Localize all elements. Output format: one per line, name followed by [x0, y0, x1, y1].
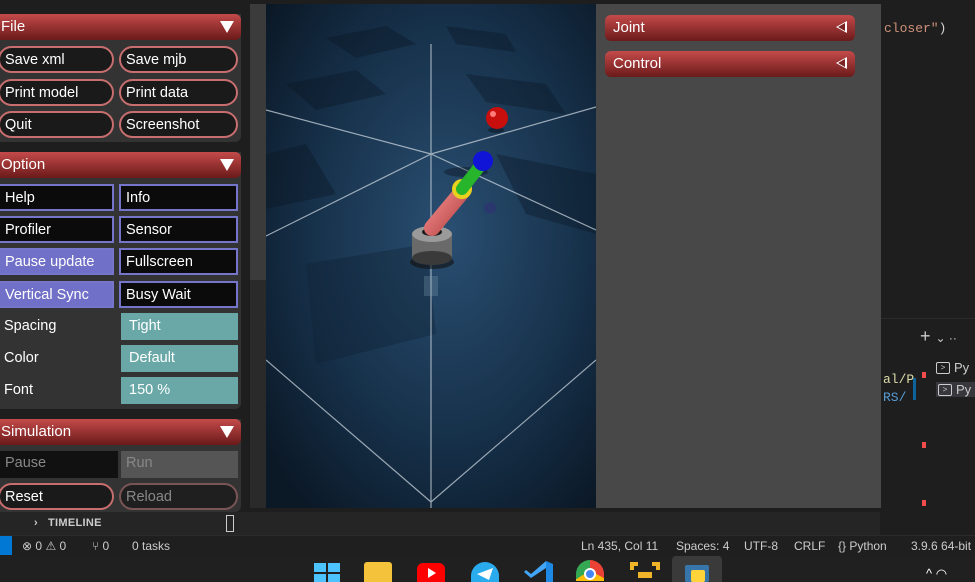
3d-viewport[interactable] [266, 4, 596, 508]
chrome-icon[interactable] [576, 560, 604, 581]
reload-button[interactable]: Reload [119, 483, 238, 510]
more-icon[interactable]: ⌄ ·· [936, 331, 957, 345]
tasks-indicator[interactable]: 0 tasks [132, 539, 170, 553]
scene-render [266, 4, 596, 508]
fullscreen-toggle[interactable]: Fullscreen [119, 248, 238, 275]
collapse-triangle-icon [220, 426, 234, 438]
vertical-sync-toggle[interactable]: Vertical Sync [0, 281, 114, 308]
terminal-text: al/P [883, 372, 915, 387]
scrollbar-marker [922, 372, 926, 378]
app-icon[interactable] [628, 560, 660, 581]
terminal-tab[interactable]: > Py [936, 382, 975, 397]
ports-indicator[interactable]: ⑂ 0 [92, 539, 109, 553]
help-toggle[interactable]: Help [0, 184, 114, 211]
cursor-position[interactable]: Ln 435, Col 11 [581, 539, 658, 553]
terminal-tab[interactable]: > Py [936, 360, 969, 375]
spacing-label: Spacing [4, 318, 57, 334]
expand-triangle-icon [836, 57, 847, 69]
system-tray[interactable]: ^ ◠ [926, 566, 947, 582]
terminal-toolbar: + ⌄ ·· [920, 326, 957, 347]
color-label: Color [4, 350, 39, 366]
pause-button[interactable]: Pause [0, 451, 118, 478]
file-section-header[interactable]: File [0, 14, 241, 40]
control-section-header[interactable]: Control [605, 51, 855, 77]
terminal-text: RS/ [883, 390, 907, 405]
scrollbar-thumb[interactable] [250, 4, 266, 280]
status-bar: ⊗ 0 ⚠ 0 ⑂ 0 0 tasks Ln 435, Col 11 Space… [0, 535, 975, 556]
end-effector [473, 151, 493, 171]
wifi-icon[interactable]: ◠ [936, 566, 947, 581]
chevron-up-icon[interactable]: ^ [926, 566, 932, 581]
sensor-toggle[interactable]: Sensor [119, 216, 238, 243]
collapse-triangle-icon [220, 159, 234, 171]
right-ui-panel [596, 4, 881, 508]
line-endings[interactable]: CRLF [794, 539, 825, 553]
screenshot-button[interactable]: Screenshot [119, 111, 238, 138]
terminal-panel [880, 318, 975, 535]
language-mode[interactable]: {} Python [838, 539, 887, 553]
terminal-icon: > [936, 361, 950, 374]
reset-button[interactable]: Reset [0, 483, 114, 510]
broadcast-icon: ⑂ [92, 539, 100, 553]
warning-icon: ⚠ [45, 539, 57, 553]
text-cursor [226, 515, 234, 532]
save-mjb-button[interactable]: Save mjb [119, 46, 238, 73]
add-terminal-icon[interactable]: + [920, 326, 931, 346]
font-label: Font [4, 382, 34, 398]
info-toggle[interactable]: Info [119, 184, 238, 211]
collapse-triangle-icon [220, 21, 234, 33]
error-icon: ⊗ [22, 539, 33, 553]
problems-indicator[interactable]: ⊗ 0 ⚠ 0 [22, 539, 66, 553]
busy-wait-toggle[interactable]: Busy Wait [119, 281, 238, 308]
chevron-right-icon: › [34, 517, 38, 529]
timeline-label: TIMELINE [48, 517, 102, 529]
vscode-icon[interactable] [524, 560, 553, 582]
run-button[interactable]: Run [121, 451, 238, 478]
option-section-header[interactable]: Option [0, 152, 241, 178]
terminal-selection-bar [913, 378, 916, 400]
spacing-select[interactable]: Tight [121, 313, 238, 340]
telegram-icon[interactable] [471, 562, 499, 582]
terminal-icon: > [938, 383, 952, 396]
encoding[interactable]: UTF-8 [744, 539, 778, 553]
scrollbar-marker [922, 442, 926, 448]
timeline-section[interactable]: › TIMELINE [0, 512, 880, 535]
profiler-toggle[interactable]: Profiler [0, 216, 114, 243]
remote-indicator[interactable] [0, 536, 12, 556]
python-icon[interactable] [683, 562, 711, 582]
print-model-button[interactable]: Print model [0, 79, 114, 106]
save-xml-button[interactable]: Save xml [0, 46, 114, 73]
python-interpreter[interactable]: 3.9.6 64-bit [911, 539, 971, 553]
quit-button[interactable]: Quit [0, 111, 114, 138]
joint-section-header[interactable]: Joint [605, 15, 855, 41]
pause-update-toggle[interactable]: Pause update [0, 248, 114, 275]
youtube-icon[interactable] [417, 563, 445, 582]
windows-start-icon[interactable] [313, 561, 341, 582]
simulation-section-header[interactable]: Simulation [0, 419, 241, 445]
code-line: closer") [884, 21, 947, 36]
expand-triangle-icon [836, 21, 847, 33]
file-explorer-icon[interactable] [364, 562, 392, 582]
scrollbar-marker [922, 500, 926, 506]
font-select[interactable]: 150 % [121, 377, 238, 404]
indentation[interactable]: Spaces: 4 [676, 539, 729, 553]
print-data-button[interactable]: Print data [119, 79, 238, 106]
target-sphere [486, 107, 508, 129]
color-select[interactable]: Default [121, 345, 238, 372]
braces-icon: {} [838, 539, 847, 553]
